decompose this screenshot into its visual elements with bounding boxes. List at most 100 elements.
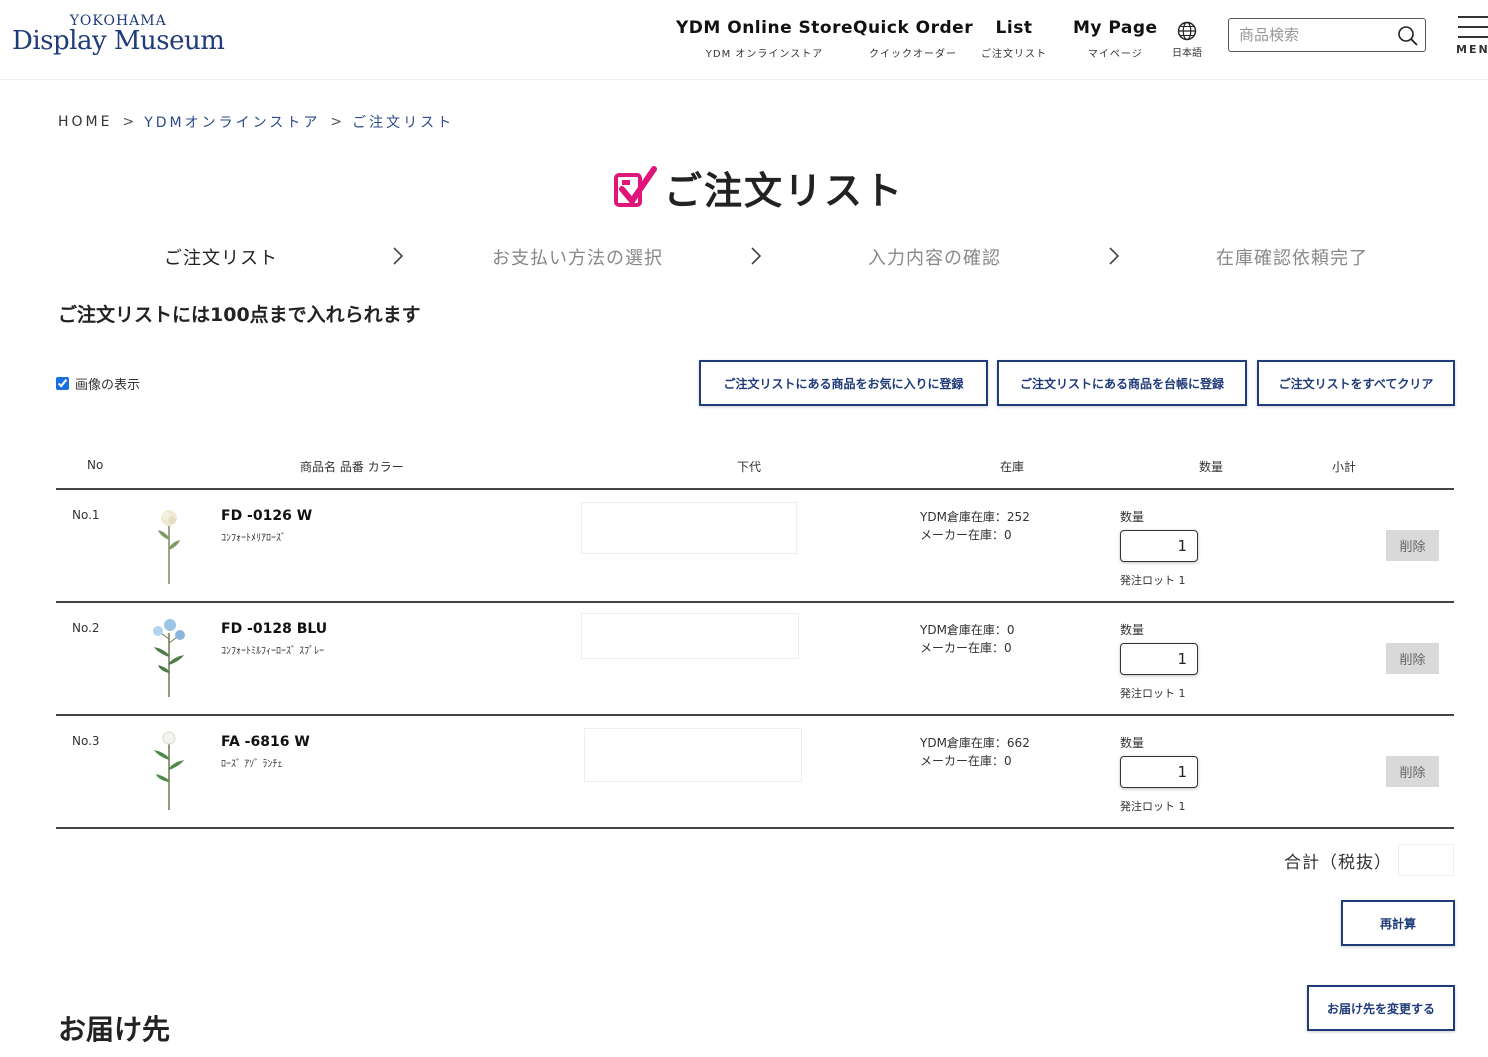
step-payment-method: お支払い方法の選択 xyxy=(492,248,663,269)
logo-big-text: Display Museum xyxy=(12,26,225,56)
site-logo[interactable]: YOKOHAMA Display Museum xyxy=(12,14,225,56)
price-cell xyxy=(581,613,799,659)
price-cell xyxy=(581,502,797,554)
product-image[interactable] xyxy=(146,726,192,812)
stock-info: YDM倉庫在庫：252 メーカー在庫：0 xyxy=(920,508,1030,544)
chevron-right-icon: > xyxy=(122,114,135,130)
product-code[interactable]: FA -6816 W xyxy=(221,734,310,750)
step-order-list: ご注文リスト xyxy=(164,248,278,269)
image-display-label: 画像の表示 xyxy=(75,378,141,393)
quantity-label: 数量 xyxy=(1120,623,1145,637)
total-label: 合計（税抜） xyxy=(1284,853,1392,873)
menu-button[interactable]: MENU xyxy=(1456,16,1488,56)
search-input[interactable] xyxy=(1229,19,1397,51)
delete-button[interactable]: 削除 xyxy=(1386,530,1439,561)
quantity-label: 数量 xyxy=(1120,736,1145,750)
nav-online-store-en: YDM Online Store xyxy=(676,18,853,38)
nav-quick-order[interactable]: Quick Order クイックオーダー xyxy=(853,18,973,60)
header-price: 下代 xyxy=(737,460,762,474)
row-number: No.1 xyxy=(72,508,100,522)
delivery-section-title: お届け先 xyxy=(58,1013,171,1046)
row-number: No.3 xyxy=(72,734,100,748)
stock-ydm: YDM倉庫在庫：662 xyxy=(920,736,1030,750)
step-confirm-input: 入力内容の確認 xyxy=(868,248,1001,269)
search-box xyxy=(1228,18,1426,52)
header-subtotal: 小計 xyxy=(1332,460,1357,474)
menu-bar-icon xyxy=(1458,16,1488,18)
nav-list-ja: ご注文リスト xyxy=(981,49,1047,60)
product-image[interactable] xyxy=(146,500,192,586)
stock-info: YDM倉庫在庫：0 メーカー在庫：0 xyxy=(920,621,1015,657)
language-label: 日本語 xyxy=(1172,48,1202,59)
breadcrumb: HOME > YDMオンラインストア > ご注文リスト xyxy=(58,112,454,132)
price-cell xyxy=(584,728,802,782)
product-code[interactable]: FD -0128 BLU xyxy=(221,621,327,637)
checklist-icon xyxy=(614,165,657,207)
header-qty: 数量 xyxy=(1199,460,1224,474)
product-name: ﾛｰｽﾞ ｱｿﾞ ﾗﾝﾁｪ xyxy=(221,759,283,770)
header-stock: 在庫 xyxy=(1000,460,1025,474)
page-title: ご注文リスト xyxy=(612,160,904,215)
nav-online-store-ja: YDM オンラインストア xyxy=(705,49,824,60)
order-lot: 発注ロット 1 xyxy=(1120,800,1186,813)
table-row: No.1 FD -0126 W ｺﾝﾌｫｰﾄﾒﾘｱﾛｰｽﾞ YDM倉庫在庫：25… xyxy=(56,490,1454,602)
table-row: No.3 FA -6816 W ﾛｰｽﾞ ｱｿﾞ ﾗﾝﾁｪ YDM倉庫在庫：66… xyxy=(56,716,1454,828)
image-display-toggle[interactable]: 画像の表示 xyxy=(56,374,140,393)
recalculate-button[interactable]: 再計算 xyxy=(1341,900,1455,946)
chevron-right-icon xyxy=(1109,247,1120,265)
stock-info: YDM倉庫在庫：662 メーカー在庫：0 xyxy=(920,734,1030,770)
image-display-checkbox[interactable] xyxy=(56,377,69,390)
stock-maker: メーカー在庫：0 xyxy=(920,754,1012,768)
nav-online-store[interactable]: YDM Online Store YDM オンラインストア xyxy=(676,18,853,60)
nav-my-page-en: My Page xyxy=(1073,18,1158,38)
header-no: No xyxy=(87,458,104,472)
breadcrumb-store[interactable]: YDMオンラインストア xyxy=(144,112,320,132)
stock-maker: メーカー在庫：0 xyxy=(920,641,1012,655)
chevron-right-icon: > xyxy=(330,114,343,130)
table-header: No 商品名 品番 カラー 下代 在庫 数量 小計 xyxy=(56,456,1454,488)
delete-button[interactable]: 削除 xyxy=(1386,756,1439,787)
quantity-input[interactable] xyxy=(1120,530,1198,562)
product-name: ｺﾝﾌｫｰﾄﾒﾘｱﾛｰｽﾞ xyxy=(221,533,286,544)
nav-list-en: List xyxy=(995,18,1033,38)
product-code[interactable]: FD -0126 W xyxy=(221,508,312,524)
search-icon[interactable] xyxy=(1397,25,1419,47)
table-divider xyxy=(56,827,1454,829)
quantity-input[interactable] xyxy=(1120,643,1198,675)
row-number: No.2 xyxy=(72,621,100,635)
stock-maker: メーカー在庫：0 xyxy=(920,528,1012,542)
language-switch[interactable]: 日本語 xyxy=(1170,21,1204,59)
table-row: No.2 FD -0128 BLU ｺﾝﾌｫｰﾄﾐﾙﾌｨｰﾛｰｽﾞ ｽﾌﾟﾚｰ … xyxy=(56,603,1454,715)
quantity-label: 数量 xyxy=(1120,510,1145,524)
nav-my-page-ja: マイページ xyxy=(1087,49,1143,60)
add-to-ledger-button[interactable]: ご注文リストにある商品を台帳に登録 xyxy=(997,360,1247,406)
delete-button[interactable]: 削除 xyxy=(1386,643,1439,674)
stock-ydm: YDM倉庫在庫：252 xyxy=(920,510,1030,524)
total-value xyxy=(1398,844,1454,876)
chevron-right-icon xyxy=(393,247,404,265)
order-lot: 発注ロット 1 xyxy=(1120,574,1186,587)
chevron-right-icon xyxy=(751,247,762,265)
order-lot: 発注ロット 1 xyxy=(1120,687,1186,700)
product-image[interactable] xyxy=(146,613,192,699)
nav-my-page[interactable]: My Page マイページ xyxy=(1073,18,1158,60)
stock-ydm: YDM倉庫在庫：0 xyxy=(920,623,1015,637)
breadcrumb-home[interactable]: HOME xyxy=(58,114,112,130)
nav-list[interactable]: List ご注文リスト xyxy=(981,18,1047,60)
breadcrumb-current[interactable]: ご注文リスト xyxy=(352,112,454,132)
product-name: ｺﾝﾌｫｰﾄﾐﾙﾌｨｰﾛｰｽﾞ ｽﾌﾟﾚｰ xyxy=(221,646,325,657)
menu-bar-icon xyxy=(1458,26,1488,28)
quantity-input[interactable] xyxy=(1120,756,1198,788)
order-limit-notice: ご注文リストには100点まで入れられます xyxy=(58,304,421,326)
nav-quick-order-en: Quick Order xyxy=(853,18,974,38)
step-stock-request-complete: 在庫確認依頼完了 xyxy=(1216,248,1368,269)
nav-quick-order-ja: クイックオーダー xyxy=(869,49,958,60)
change-delivery-button[interactable]: お届け先を変更する xyxy=(1307,985,1455,1031)
add-to-favorites-button[interactable]: ご注文リストにある商品をお気に入りに登録 xyxy=(699,360,988,406)
globe-icon xyxy=(1177,21,1197,41)
header-name: 商品名 品番 カラー xyxy=(300,460,404,474)
order-steps: ご注文リスト お支払い方法の選択 入力内容の確認 在庫確認依頼完了 xyxy=(0,244,1488,270)
page-title-text: ご注文リスト xyxy=(664,169,905,213)
clear-all-button[interactable]: ご注文リストをすべてクリア xyxy=(1257,360,1455,406)
menu-label: MENU xyxy=(1456,43,1488,56)
